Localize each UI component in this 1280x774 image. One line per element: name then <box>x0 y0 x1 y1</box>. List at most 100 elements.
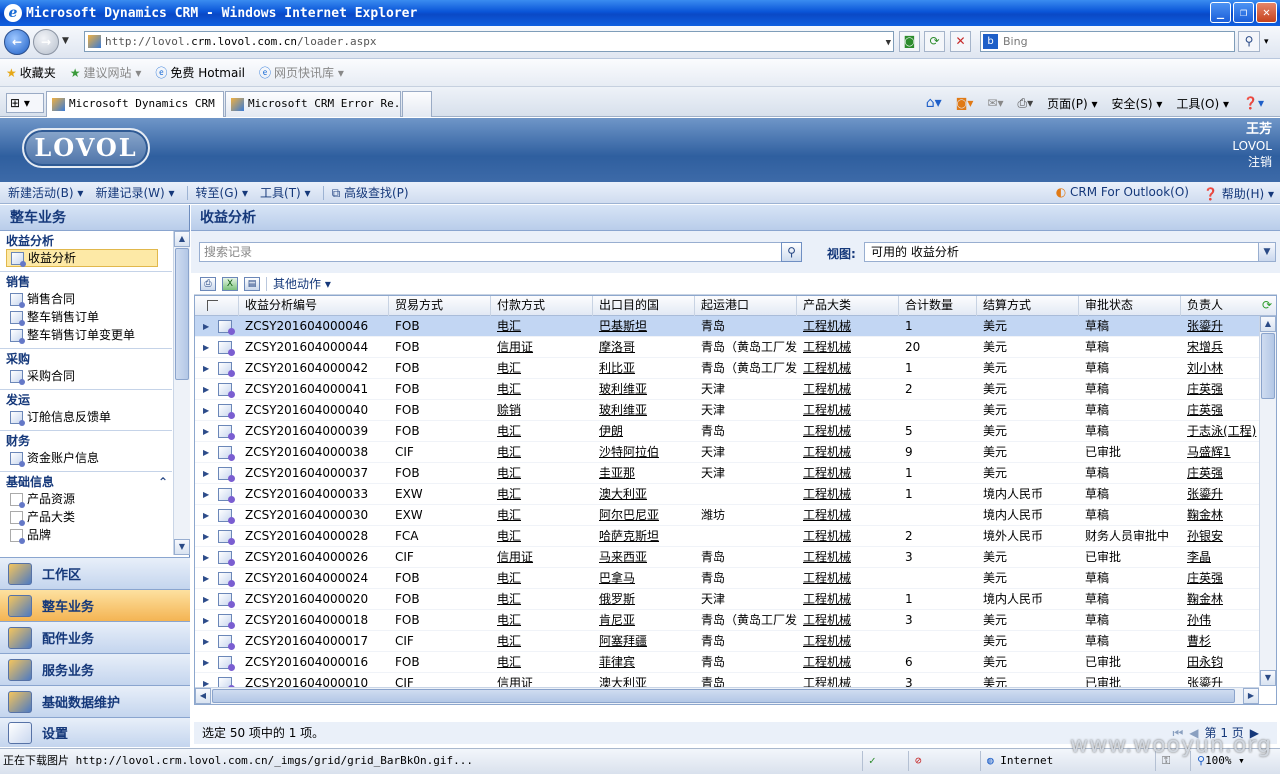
table-cell[interactable]: 电汇 <box>491 610 593 631</box>
more-actions-menu[interactable]: 其他动作 ▾ <box>273 275 331 292</box>
table-cell[interactable]: 曹杉 <box>1181 631 1259 652</box>
row-expand-icon[interactable]: ▶ <box>195 547 215 568</box>
table-cell[interactable]: 电汇 <box>491 463 593 484</box>
home-icon[interactable]: ⌂▾ <box>926 95 942 111</box>
wunderbar-parts-business[interactable]: 配件业务 <box>0 621 190 653</box>
table-cell[interactable]: 孙银安 <box>1181 526 1259 547</box>
table-row[interactable]: ▶ ZCSY201604000024 FOB 电汇 巴拿马 青岛 工程机械 美元 草稿 庄英强 <box>195 568 1259 589</box>
page-menu[interactable]: 页面(P) ▾ <box>1047 95 1097 112</box>
table-cell[interactable]: 阿塞拜疆 <box>593 631 695 652</box>
table-cell[interactable]: 孙伟 <box>1181 610 1259 631</box>
row-expand-icon[interactable]: ▶ <box>195 316 215 337</box>
row-expand-icon[interactable]: ▶ <box>195 526 215 547</box>
search-dropdown-icon[interactable]: ▾ <box>1264 37 1269 47</box>
address-input[interactable]: http://lovol.crm.lovol.com.cn/loader.asp… <box>84 31 894 52</box>
table-row[interactable]: ▶ ZCSY201604000044 FOB 信用证 摩洛哥 青岛（黄岛工厂发 工程机械 20… <box>195 337 1259 358</box>
table-cell[interactable]: 电汇 <box>491 421 593 442</box>
table-row[interactable]: ▶ ZCSY201604000028 FCA 电汇 哈萨克斯坦 工程机械 2 境外人民币 财务人… <box>195 526 1259 547</box>
table-cell[interactable]: 澳大利亚 <box>593 484 695 505</box>
table-row[interactable]: ▶ ZCSY201604000039 FOB 电汇 伊朗 青岛 工程机械 5 美元 草稿 于志泳(工… <box>195 421 1259 442</box>
table-row[interactable]: ▶ ZCSY201604000046 FOB 电汇 巴基斯坦 青岛 工程机械 1 美元 草稿 张鎏升 <box>195 316 1259 337</box>
scroll-thumb[interactable] <box>212 689 1235 703</box>
table-cell[interactable]: 电汇 <box>491 526 593 547</box>
table-cell[interactable]: 张鎏升 <box>1181 316 1259 337</box>
scroll-up-icon[interactable]: ▲ <box>1260 316 1276 332</box>
new-tab-button[interactable] <box>402 91 432 117</box>
table-row[interactable]: ▶ ZCSY201604000040 FOB 赊销 玻利维亚 天津 工程机械 美元 草稿 庄英强 <box>195 400 1259 421</box>
table-cell[interactable]: 圭亚那 <box>593 463 695 484</box>
forward-button[interactable]: → <box>33 29 59 55</box>
table-cell[interactable]: 鞠金林 <box>1181 505 1259 526</box>
table-cell[interactable]: 信用证 <box>491 337 593 358</box>
column-header[interactable]: 起运港口 <box>695 296 797 316</box>
row-expand-icon[interactable]: ▶ <box>195 400 215 421</box>
new-activity-menu[interactable]: 新建活动(B) ▾ <box>8 184 83 201</box>
table-cell[interactable]: 宋增兵 <box>1181 337 1259 358</box>
table-cell[interactable]: 马来西亚 <box>593 547 695 568</box>
nav-item-purchase-contract[interactable]: 采购合同 <box>6 367 172 385</box>
grid-horizontal-scrollbar[interactable]: ◀ ▶ <box>195 687 1259 704</box>
table-cell[interactable]: 哈萨克斯坦 <box>593 526 695 547</box>
table-cell[interactable]: 工程机械 <box>797 652 899 673</box>
table-cell[interactable]: 利比亚 <box>593 358 695 379</box>
nav-scrollbar[interactable]: ▲ ▼ <box>173 231 190 555</box>
row-expand-icon[interactable]: ▶ <box>195 484 215 505</box>
table-row[interactable]: ▶ ZCSY201604000016 FOB 电汇 菲律宾 青岛 工程机械 6 美元 已审批 田永钧 <box>195 652 1259 673</box>
table-cell[interactable]: 刘小林 <box>1181 358 1259 379</box>
table-cell[interactable]: 工程机械 <box>797 379 899 400</box>
table-row[interactable]: ▶ ZCSY201604000033 EXW 电汇 澳大利亚 工程机械 1 境内人民币 草稿 张鎏… <box>195 484 1259 505</box>
grid-vertical-scrollbar[interactable]: ▲ ▼ <box>1259 316 1276 686</box>
table-cell[interactable]: 电汇 <box>491 316 593 337</box>
table-cell[interactable]: 庄英强 <box>1181 379 1259 400</box>
favorites-button[interactable]: ★ 收藏夹 <box>6 64 56 81</box>
table-cell[interactable]: 电汇 <box>491 505 593 526</box>
table-cell[interactable]: 张鎏升 <box>1181 484 1259 505</box>
row-expand-icon[interactable]: ▶ <box>195 610 215 631</box>
table-cell[interactable]: 田永钧 <box>1181 652 1259 673</box>
record-search-input[interactable]: 搜索记录 <box>199 242 783 262</box>
row-expand-icon[interactable]: ▶ <box>195 337 215 358</box>
row-expand-icon[interactable]: ▶ <box>195 442 215 463</box>
select-all-checkbox[interactable] <box>195 296 239 316</box>
privacy-icon[interactable]: ⊘ <box>908 751 922 771</box>
refresh-icon[interactable]: ⟳ <box>924 31 945 52</box>
table-cell[interactable]: 工程机械 <box>797 505 899 526</box>
scroll-down-icon[interactable]: ▼ <box>174 539 190 555</box>
view-selector[interactable]: 可用的 收益分析 ▼ <box>864 242 1276 262</box>
table-cell[interactable]: 电汇 <box>491 568 593 589</box>
scroll-left-icon[interactable]: ◀ <box>195 688 211 704</box>
table-row[interactable]: ▶ ZCSY201604000038 CIF 电汇 沙特阿拉伯 天津 工程机械 9 美元 已审批 马… <box>195 442 1259 463</box>
table-cell[interactable]: 工程机械 <box>797 463 899 484</box>
wunderbar-settings[interactable]: 设置 <box>0 717 190 747</box>
scroll-up-icon[interactable]: ▲ <box>174 231 190 247</box>
address-dropdown-icon[interactable]: ▼ <box>886 34 891 53</box>
table-cell[interactable]: 电汇 <box>491 358 593 379</box>
table-cell[interactable]: 阿尔巴尼亚 <box>593 505 695 526</box>
web-slice-link[interactable]: ⓔ 网页快讯库 ▾ <box>259 64 344 81</box>
tools-menu[interactable]: 工具(O) ▾ <box>1176 95 1229 112</box>
help-icon[interactable]: ❓▾ <box>1243 96 1264 110</box>
table-cell[interactable]: 于志泳(工程) <box>1181 421 1259 442</box>
table-cell[interactable]: 电汇 <box>491 652 593 673</box>
table-cell[interactable]: 巴基斯坦 <box>593 316 695 337</box>
help-menu[interactable]: ❓ 帮助(H) ▾ <box>1203 185 1274 202</box>
grid-refresh-icon[interactable]: ⟳ <box>1259 296 1276 316</box>
scroll-thumb[interactable] <box>1261 333 1275 399</box>
column-header[interactable]: 贸易方式 <box>389 296 491 316</box>
table-cell[interactable]: 信用证 <box>491 547 593 568</box>
table-cell[interactable]: 庄英强 <box>1181 463 1259 484</box>
row-expand-icon[interactable]: ▶ <box>195 358 215 379</box>
table-cell[interactable]: 工程机械 <box>797 400 899 421</box>
back-button[interactable]: ← <box>4 29 30 55</box>
new-record-menu[interactable]: 新建记录(W) ▾ <box>95 184 174 201</box>
scroll-down-icon[interactable]: ▼ <box>1260 670 1276 686</box>
print-icon[interactable]: ⎙ <box>200 276 216 291</box>
row-expand-icon[interactable]: ▶ <box>195 463 215 484</box>
table-cell[interactable]: 庄英强 <box>1181 400 1259 421</box>
column-header[interactable]: 收益分析编号 <box>239 296 389 316</box>
mail-icon[interactable]: ✉▾ <box>987 96 1003 110</box>
table-cell[interactable]: 鞠金林 <box>1181 589 1259 610</box>
table-cell[interactable]: 工程机械 <box>797 526 899 547</box>
wunderbar-service-business[interactable]: 服务业务 <box>0 653 190 685</box>
crm-tools-menu[interactable]: 工具(T) ▾ <box>260 184 311 201</box>
